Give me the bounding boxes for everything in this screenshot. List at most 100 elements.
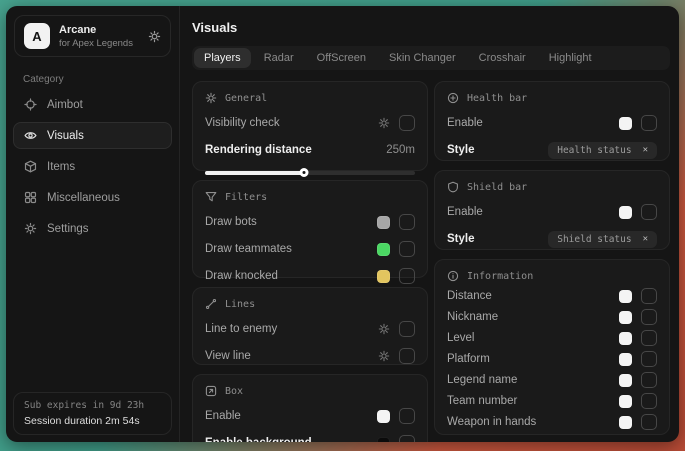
app-name: Arcane [59, 24, 133, 36]
shield-style-tag[interactable]: Shield status ✕ [548, 231, 657, 248]
color-swatch[interactable] [619, 353, 632, 366]
visibility-check-checkbox[interactable] [399, 115, 415, 131]
view-line-checkbox[interactable] [399, 348, 415, 364]
row-label: Enable background [205, 437, 312, 442]
subscription-card: Sub expires in 9d 23h Session duration 2… [13, 392, 172, 435]
team-number-row: Team number [447, 394, 657, 408]
row-label: Enable [447, 117, 483, 129]
row-label: Team number [447, 395, 517, 407]
health-enable-checkbox[interactable] [641, 115, 657, 131]
shield-bar-card: Shield bar Enable Style Shield status [434, 170, 670, 250]
box-arrow-icon [205, 385, 217, 397]
rendering-distance-row: Rendering distance 250m [205, 142, 415, 158]
slider-knob[interactable] [299, 168, 308, 177]
level-checkbox[interactable] [641, 330, 657, 346]
color-swatch[interactable] [377, 410, 390, 423]
legend-name-checkbox[interactable] [641, 372, 657, 388]
row-label: Weapon in hands [447, 416, 536, 428]
draw-knocked-checkbox[interactable] [399, 268, 415, 284]
gear-icon [205, 92, 217, 104]
color-swatch[interactable] [377, 270, 390, 283]
draw-bots-row: Draw bots [205, 214, 415, 230]
shield-icon [447, 181, 459, 193]
tab-radar[interactable]: Radar [254, 48, 304, 68]
platform-checkbox[interactable] [641, 351, 657, 367]
gear-icon[interactable] [148, 30, 161, 43]
shield-enable-checkbox[interactable] [641, 204, 657, 220]
box-enable-checkbox[interactable] [399, 408, 415, 424]
distance-checkbox[interactable] [641, 288, 657, 304]
row-label: Legend name [447, 374, 517, 386]
gear-icon[interactable] [378, 350, 390, 362]
tab-highlight[interactable]: Highlight [539, 48, 602, 68]
color-swatch[interactable] [619, 117, 632, 130]
cube-icon [24, 160, 37, 173]
sidebar-item-visuals[interactable]: Visuals [13, 122, 172, 149]
sidebar: A Arcane for Apex Legends Category Aimbo… [6, 6, 180, 442]
color-swatch[interactable] [377, 216, 390, 229]
line-to-enemy-checkbox[interactable] [399, 321, 415, 337]
row-label: Line to enemy [205, 323, 277, 335]
draw-teammates-row: Draw teammates [205, 241, 415, 257]
section-title: Shield bar [467, 182, 527, 193]
color-swatch[interactable] [619, 332, 632, 345]
close-icon[interactable]: ✕ [643, 234, 648, 244]
color-swatch[interactable] [619, 311, 632, 324]
row-label: Level [447, 332, 475, 344]
color-swatch[interactable] [377, 437, 390, 443]
tab-players[interactable]: Players [194, 48, 251, 68]
crosshair-icon [24, 98, 37, 111]
row-label: Visibility check [205, 117, 280, 129]
info-icon [447, 270, 459, 282]
team-number-checkbox[interactable] [641, 393, 657, 409]
row-label: Style [447, 233, 475, 245]
color-swatch[interactable] [377, 243, 390, 256]
gear-icon[interactable] [378, 323, 390, 335]
draw-bots-checkbox[interactable] [399, 214, 415, 230]
tab-offscreen[interactable]: OffScreen [307, 48, 376, 68]
sidebar-item-aimbot[interactable]: Aimbot [13, 91, 172, 118]
nickname-checkbox[interactable] [641, 309, 657, 325]
page-title: Visuals [192, 20, 670, 35]
tab-bar: Players Radar OffScreen Skin Changer Cro… [192, 46, 670, 70]
color-swatch[interactable] [619, 290, 632, 303]
sub-expiry-text: Sub expires in 9d 23h [24, 400, 161, 411]
color-swatch[interactable] [619, 374, 632, 387]
app-window: A Arcane for Apex Legends Category Aimbo… [6, 6, 679, 442]
information-card: Information Distance Nickname [434, 259, 670, 435]
row-label: View line [205, 350, 251, 362]
tab-crosshair[interactable]: Crosshair [469, 48, 536, 68]
app-logo: A [24, 23, 50, 49]
health-style-row: Style Health status ✕ [447, 142, 657, 158]
health-style-tag[interactable]: Health status ✕ [548, 142, 657, 159]
rendering-distance-slider[interactable] [205, 168, 415, 177]
tab-skin-changer[interactable]: Skin Changer [379, 48, 466, 68]
shield-style-row: Style Shield status ✕ [447, 231, 657, 247]
section-title: Lines [225, 299, 255, 310]
right-column: Health bar Enable Style Health status [434, 81, 670, 442]
section-title: Information [467, 271, 533, 282]
color-swatch[interactable] [619, 416, 632, 429]
weapon-in-hands-checkbox[interactable] [641, 414, 657, 430]
distance-row: Distance [447, 289, 657, 303]
gear-icon[interactable] [378, 117, 390, 129]
box-background-row: Enable background [205, 435, 415, 442]
sidebar-item-miscellaneous[interactable]: Miscellaneous [13, 184, 172, 211]
session-duration-text: Session duration 2m 54s [24, 415, 161, 427]
color-swatch[interactable] [619, 395, 632, 408]
row-label: Platform [447, 353, 490, 365]
level-row: Level [447, 331, 657, 345]
sidebar-item-settings[interactable]: Settings [13, 215, 172, 242]
health-bar-card: Health bar Enable Style Health status [434, 81, 670, 161]
sidebar-item-items[interactable]: Items [13, 153, 172, 180]
row-label: Enable [447, 206, 483, 218]
main-content: Visuals Players Radar OffScreen Skin Cha… [180, 6, 679, 442]
filters-card: Filters Draw bots Draw teammates [192, 180, 428, 278]
draw-teammates-checkbox[interactable] [399, 241, 415, 257]
color-swatch[interactable] [619, 206, 632, 219]
row-label: Draw teammates [205, 243, 292, 255]
box-background-checkbox[interactable] [399, 435, 415, 442]
rendering-distance-value: 250m [386, 144, 415, 156]
category-label: Category [23, 74, 179, 85]
close-icon[interactable]: ✕ [643, 145, 648, 155]
